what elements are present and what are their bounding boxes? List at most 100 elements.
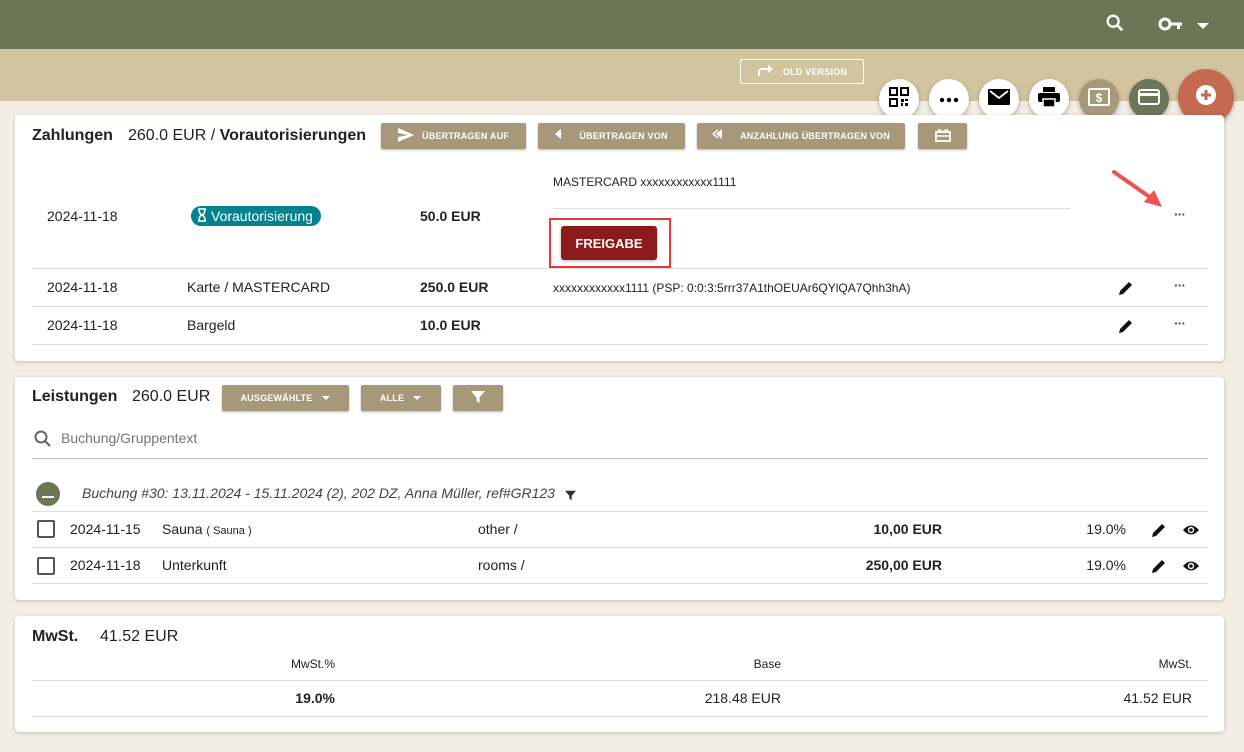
voucher-button[interactable] — [918, 123, 967, 149]
filter-icon[interactable] — [565, 488, 576, 506]
service-checkbox[interactable] — [37, 520, 55, 538]
redo-icon — [757, 64, 773, 79]
payment-detail: xxxxxxxxxxxx1111 (PSP: 0:0:3:5rrr37A1thO… — [553, 281, 911, 295]
freigabe-button[interactable]: FREIGABE — [561, 226, 657, 260]
payments-amount: 260.0 EUR — [128, 127, 207, 144]
payment-amount: 250.0 EUR — [420, 279, 489, 295]
service-vat: 19.0% — [1086, 521, 1126, 537]
filter-button[interactable] — [453, 385, 503, 411]
chevron-down-icon[interactable] — [1196, 18, 1210, 36]
service-name: Unterkunft — [162, 557, 227, 573]
row-more-button[interactable]: ··· — [1174, 277, 1186, 293]
row-more-button[interactable]: ··· — [1174, 206, 1186, 222]
vat-rate: 19.0% — [295, 690, 335, 706]
edit-icon[interactable] — [1118, 318, 1134, 339]
service-sub: ( Sauna ) — [206, 525, 252, 537]
email-button[interactable] — [979, 79, 1019, 119]
vat-col-base: Base — [753, 657, 781, 671]
key-icon[interactable] — [1158, 14, 1184, 39]
transfer-from-button[interactable]: ÜBERTRAGEN VON — [538, 123, 685, 149]
payment-date: 2024-11-18 — [47, 208, 118, 224]
service-date: 2024-11-15 — [70, 521, 141, 537]
search-icon — [33, 429, 53, 454]
eye-icon[interactable] — [1182, 523, 1200, 542]
credit-card-icon — [1138, 88, 1160, 110]
detail-divider — [553, 208, 1070, 209]
reply-all-icon — [712, 129, 732, 143]
service-checkbox[interactable] — [37, 557, 55, 575]
minus-icon — [42, 485, 54, 503]
search-icon[interactable] — [1104, 12, 1126, 39]
vat-amount: 41.52 EUR — [100, 628, 179, 645]
payment-amount: 10.0 EUR — [420, 317, 481, 333]
edit-icon[interactable] — [1118, 280, 1134, 301]
row-divider — [32, 511, 1208, 512]
transfer-from-label: ÜBERTRAGEN VON — [579, 131, 668, 141]
transfer-deposit-button[interactable]: ANZAHLUNG ÜBERTRAGEN VON — [697, 123, 905, 149]
hourglass-icon — [197, 207, 207, 225]
payment-type: Karte / MASTERCARD — [187, 279, 331, 295]
card-payment-button[interactable] — [1129, 79, 1169, 119]
svg-text:$: $ — [1096, 91, 1103, 105]
mail-icon — [988, 88, 1010, 110]
booking-group-label: Buchung #30: 13.11.2024 - 15.11.2024 (2)… — [82, 485, 555, 501]
row-divider — [32, 344, 1208, 345]
send-icon — [398, 128, 415, 144]
services-header: Leistungen — [32, 388, 117, 406]
transfer-to-label: ÜBERTRAGEN AUF — [422, 131, 509, 141]
vat-card — [15, 616, 1224, 732]
row-divider — [32, 268, 1208, 269]
transfer-deposit-label: ANZAHLUNG ÜBERTRAGEN VON — [740, 131, 890, 141]
payments-separator: / — [210, 127, 216, 144]
filter-icon — [471, 390, 485, 406]
edit-icon[interactable] — [1151, 558, 1167, 579]
preauth-badge: Vorautorisierung — [191, 206, 321, 226]
chevron-down-icon — [412, 393, 422, 403]
service-category: rooms / — [478, 557, 525, 573]
old-version-button[interactable]: OLD VERSION — [740, 59, 864, 84]
selected-dropdown-button[interactable]: AUSGEWÄHLTE — [222, 385, 349, 411]
booking-search-input[interactable] — [61, 428, 561, 448]
collapse-group-button[interactable] — [36, 482, 60, 506]
printer-icon — [1038, 86, 1060, 112]
all-dropdown-button[interactable]: ALLE — [361, 385, 441, 411]
transfer-to-button[interactable]: ÜBERTRAGEN AUF — [381, 123, 526, 149]
service-price: 10,00 EUR — [873, 521, 942, 537]
more-horizontal-icon — [939, 90, 959, 108]
more-actions-button[interactable] — [929, 79, 969, 119]
payments-amount-header: 260.0 EUR / Vorautorisierungen — [128, 127, 366, 145]
row-divider — [32, 306, 1208, 307]
old-version-label: OLD VERSION — [782, 66, 848, 77]
row-divider — [32, 583, 1208, 584]
print-button[interactable] — [1029, 79, 1069, 119]
qr-code-icon — [889, 86, 909, 112]
vat-row-divider — [32, 716, 1208, 717]
edit-icon[interactable] — [1151, 522, 1167, 543]
add-circle-icon — [1195, 84, 1217, 111]
row-more-button[interactable]: ··· — [1174, 315, 1186, 331]
service-name-cell: Sauna ( Sauna ) — [162, 521, 252, 537]
chevron-down-icon — [321, 393, 331, 403]
vat-tax: 41.52 EUR — [1123, 690, 1192, 706]
vat-col-tax: MwSt. — [1158, 657, 1192, 671]
top-bar — [0, 0, 1244, 49]
qr-code-button[interactable] — [879, 79, 919, 119]
vat-header-divider — [32, 680, 1208, 681]
reply-icon — [555, 129, 571, 143]
vat-title: MwSt. — [32, 628, 79, 645]
cash-button[interactable]: $ — [1079, 79, 1119, 119]
services-amount: 260.0 EUR — [132, 388, 211, 405]
payments-header: Zahlungen — [32, 127, 113, 145]
payment-card-detail: MASTERCARD xxxxxxxxxxxx1111 — [553, 175, 737, 189]
payment-amount: 50.0 EUR — [420, 208, 481, 224]
all-label: ALLE — [379, 393, 405, 403]
eye-icon[interactable] — [1182, 559, 1200, 578]
search-underline — [32, 458, 1208, 459]
service-price: 250,00 EUR — [865, 557, 942, 573]
service-vat: 19.0% — [1086, 557, 1126, 573]
row-divider — [32, 547, 1208, 548]
payments-subtitle: Vorautorisierungen — [219, 127, 367, 144]
vat-base: 218.48 EUR — [704, 690, 781, 706]
payment-date: 2024-11-18 — [47, 279, 118, 295]
dollar-bill-icon: $ — [1088, 87, 1110, 111]
